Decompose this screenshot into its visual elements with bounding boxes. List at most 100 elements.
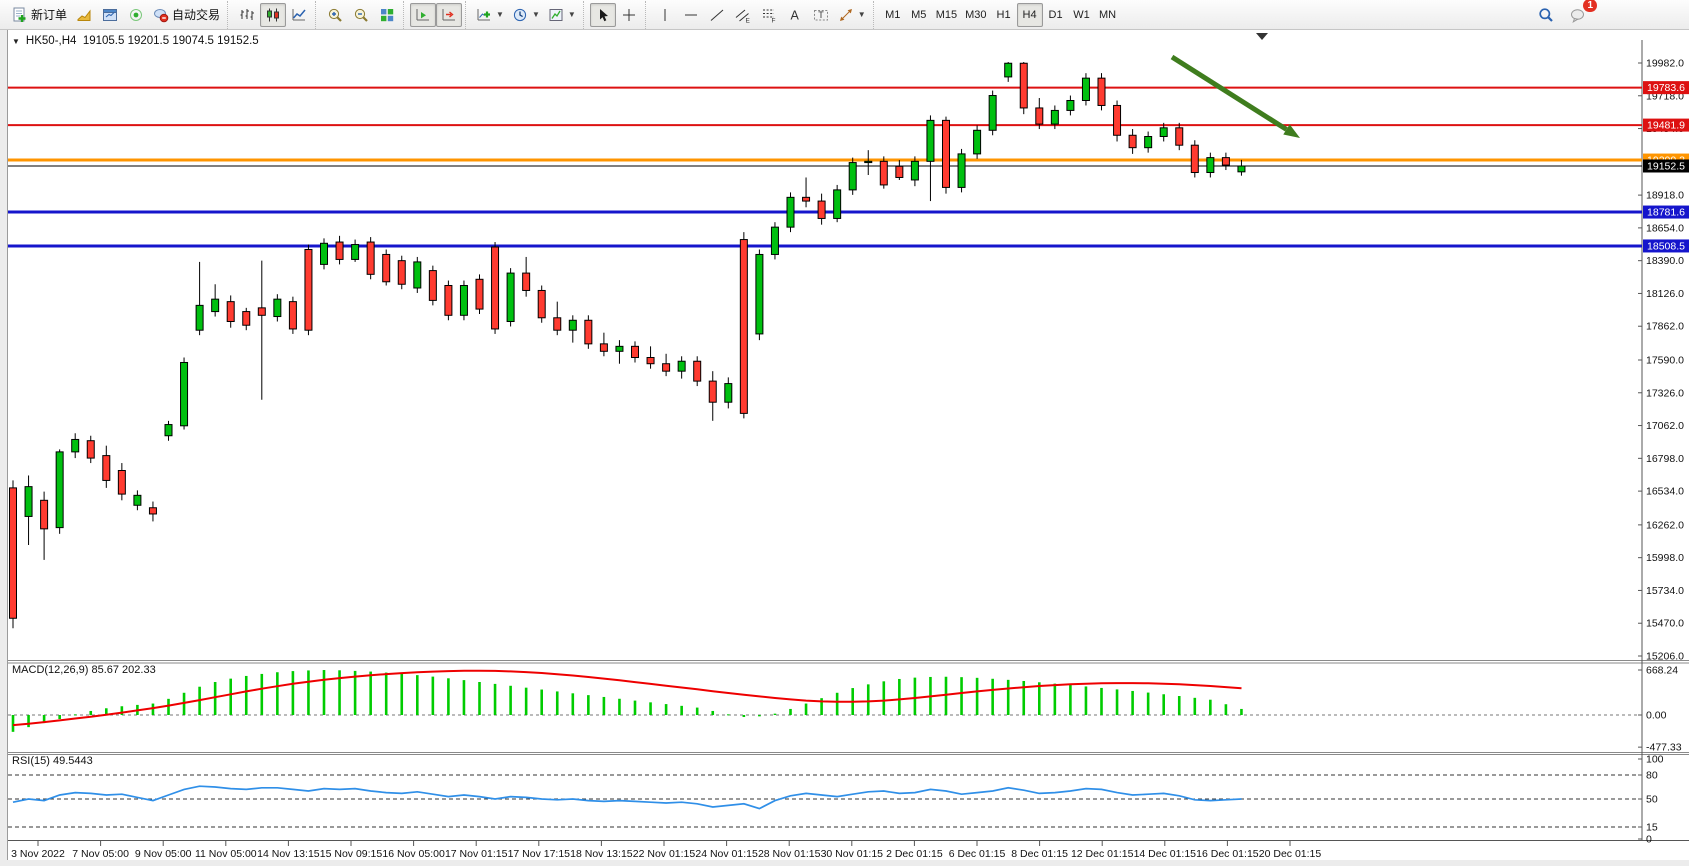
svg-text:15470.0: 15470.0: [1646, 618, 1684, 630]
indicators-icon: [477, 8, 491, 20]
main-toolbar: 新订单 自动交易 ▼ ▼ ▼ E F A T ▼ M1 M5 M15 M30 H1 H4 D1 W1 MN 1: [0, 0, 1689, 30]
vertical-line-button[interactable]: [652, 3, 678, 27]
candle: [677, 360, 686, 372]
candle: [1175, 127, 1184, 146]
text-button[interactable]: A: [782, 3, 808, 27]
svg-text:28 Nov 01:15: 28 Nov 01:15: [758, 848, 821, 860]
candle: [304, 248, 313, 331]
svg-text:19982.0: 19982.0: [1646, 58, 1684, 70]
timeframe-button-m30[interactable]: M30: [961, 3, 990, 27]
profile-button[interactable]: [71, 3, 97, 27]
svg-text:18126.0: 18126.0: [1646, 288, 1684, 300]
signals-button[interactable]: [123, 3, 149, 27]
arrows-button[interactable]: ▼: [834, 3, 870, 27]
profile-icon: [77, 9, 91, 21]
auto-trading-button[interactable]: 自动交易: [149, 3, 224, 27]
auto-trading-label: 自动交易: [172, 8, 221, 22]
timeframe-button-m1[interactable]: M1: [880, 3, 906, 27]
indicators-button[interactable]: ▼: [472, 3, 508, 27]
trendline-icon: [710, 9, 724, 21]
timeframe-button-h1[interactable]: H1: [991, 3, 1017, 27]
horizontal-line-icon: [684, 14, 697, 15]
candle: [148, 507, 157, 515]
rsi-indicator-label: RSI(15) 49.5443: [12, 755, 93, 767]
periods-button[interactable]: ▼: [508, 3, 544, 27]
fibonacci-button[interactable]: F: [756, 3, 782, 27]
arrows-icon: [839, 8, 852, 21]
new-order-label: 新订单: [31, 8, 68, 22]
candle: [1113, 104, 1122, 136]
svg-text:18508.5: 18508.5: [1647, 240, 1685, 252]
svg-text:80: 80: [1646, 770, 1658, 782]
candle: [428, 270, 437, 301]
candle: [86, 440, 95, 459]
candle: [942, 119, 950, 188]
svg-text:12 Dec 01:15: 12 Dec 01:15: [1071, 848, 1134, 860]
search-button[interactable]: [1533, 3, 1559, 27]
candle: [631, 345, 639, 359]
timeframe-button-w1[interactable]: W1: [1069, 3, 1095, 27]
toolbar-group: M1 M5 M15 M30 H1 H4 D1 W1 MN: [872, 0, 1124, 29]
svg-text:14 Dec 01:15: 14 Dec 01:15: [1134, 848, 1197, 860]
chevron-down-icon[interactable]: ▼: [12, 37, 20, 46]
zoom-out-button[interactable]: [348, 3, 374, 27]
svg-text:15734.0: 15734.0: [1646, 585, 1684, 597]
toolbar-group: ▼ ▼ ▼: [465, 0, 583, 29]
equidistant-channel-button[interactable]: E: [730, 3, 756, 27]
candle: [1004, 62, 1013, 78]
candle-chart-icon: [267, 8, 280, 21]
candle: [117, 470, 126, 495]
tile-windows-icon: [381, 8, 394, 21]
chart-shift-button[interactable]: [436, 2, 463, 27]
toolbar-right-group: 1: [1533, 0, 1689, 27]
chart-canvas[interactable]: 19982.019718.019454.018918.018654.018390…: [0, 30, 1689, 866]
svg-text:16798.0: 16798.0: [1646, 453, 1684, 465]
zoom-in-button[interactable]: [322, 3, 348, 27]
dropdown-arrow-icon[interactable]: ▼: [532, 10, 540, 19]
line-chart-button[interactable]: [286, 3, 312, 27]
svg-text:2 Dec 01:15: 2 Dec 01:15: [886, 848, 943, 860]
dropdown-arrow-icon[interactable]: ▼: [858, 10, 866, 19]
auto-scroll-button[interactable]: [410, 2, 437, 27]
market-watch-button[interactable]: [97, 3, 123, 27]
candle: [770, 226, 779, 255]
new-order-button[interactable]: 新订单: [8, 3, 71, 27]
svg-text:18390.0: 18390.0: [1646, 255, 1684, 267]
svg-text:17862.0: 17862.0: [1646, 321, 1684, 333]
timeframe-button-m5[interactable]: M5: [906, 3, 932, 27]
trendline-button[interactable]: [704, 3, 730, 27]
candle: [1050, 109, 1059, 125]
candle: [180, 361, 189, 427]
candle: [879, 160, 888, 186]
svg-text:19152.5: 19152.5: [1647, 160, 1685, 172]
svg-text:16534.0: 16534.0: [1646, 486, 1684, 498]
candle: [55, 451, 64, 529]
candle: [1159, 127, 1168, 138]
timeframe-button-d1[interactable]: D1: [1043, 3, 1069, 27]
text-label-button[interactable]: T: [808, 3, 834, 27]
svg-text:18 Nov 13:15: 18 Nov 13:15: [570, 848, 633, 860]
candle: [1237, 165, 1246, 173]
bar-chart-button[interactable]: [234, 3, 260, 27]
cursor-button[interactable]: [589, 2, 616, 27]
auto-scroll-icon: [416, 8, 430, 20]
svg-text:17 Nov 01:15: 17 Nov 01:15: [445, 848, 508, 860]
equidistant-channel-icon: E: [735, 9, 750, 23]
toolbar-group: 新订单 自动交易: [2, 1, 227, 29]
templates-button[interactable]: ▼: [544, 3, 580, 27]
horizontal-line-button[interactable]: [678, 3, 704, 27]
dropdown-arrow-icon[interactable]: ▼: [568, 10, 576, 19]
candle: [491, 246, 500, 330]
candle: [662, 363, 671, 372]
candle: [133, 494, 142, 506]
notifications-button[interactable]: 1: [1565, 0, 1597, 27]
dropdown-arrow-icon[interactable]: ▼: [496, 10, 504, 19]
crosshair-button[interactable]: [616, 3, 642, 27]
tile-windows-button[interactable]: [374, 3, 400, 27]
svg-text:17590.0: 17590.0: [1646, 354, 1684, 366]
price-chart-svg: 19982.019718.019454.018918.018654.018390…: [0, 30, 1689, 866]
timeframe-button-m15[interactable]: M15: [932, 3, 961, 27]
candle-chart-button[interactable]: [260, 2, 287, 27]
timeframe-button-h4[interactable]: H4: [1016, 2, 1043, 27]
timeframe-button-mn[interactable]: MN: [1095, 3, 1121, 27]
